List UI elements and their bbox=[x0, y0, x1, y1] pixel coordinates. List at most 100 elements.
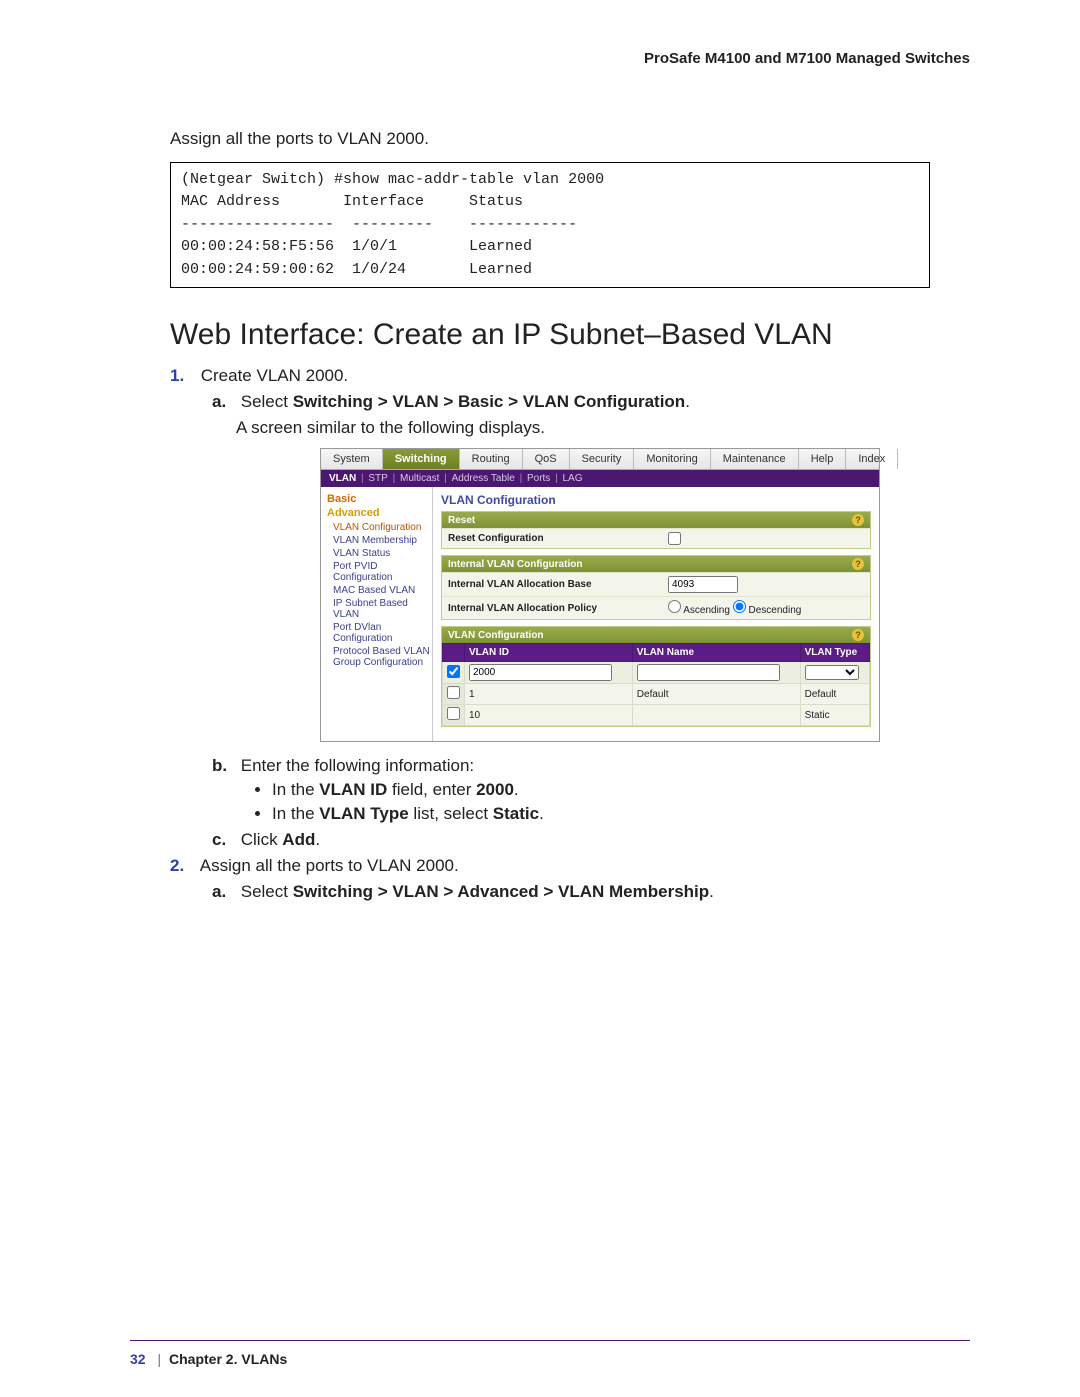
side-link-vlan-status[interactable]: VLAN Status bbox=[327, 547, 432, 560]
row-checkbox[interactable] bbox=[447, 686, 460, 699]
section-heading: Web Interface: Create an IP Subnet–Based… bbox=[170, 318, 970, 352]
step-1a-post: . bbox=[685, 392, 690, 411]
table-row: 10 Static bbox=[443, 705, 870, 726]
step-1a-pre: Select bbox=[241, 392, 293, 411]
bullet1-pre: In the bbox=[272, 780, 319, 799]
subnav-address-table[interactable]: Address Table bbox=[452, 473, 515, 484]
bullet2-suf: Static bbox=[493, 804, 539, 823]
reset-config-label: Reset Configuration bbox=[448, 533, 668, 544]
policy-ascending-label: Ascending bbox=[683, 605, 730, 616]
step-1: 1. Create VLAN 2000. a. Select Switching… bbox=[170, 366, 970, 850]
cell-vlan-id: 10 bbox=[465, 705, 633, 726]
bullet-vlan-id: In the VLAN ID field, enter 2000. bbox=[272, 780, 970, 800]
policy-ascending-radio[interactable] bbox=[668, 600, 681, 613]
side-group-advanced[interactable]: Advanced bbox=[327, 507, 432, 519]
step-1b-text: Enter the following information: bbox=[241, 756, 474, 775]
side-link-protocol-vlan-group[interactable]: Protocol Based VLAN Group Configuration bbox=[327, 645, 432, 669]
reset-config-checkbox[interactable] bbox=[668, 532, 681, 545]
subnav-multicast[interactable]: Multicast bbox=[400, 473, 439, 484]
side-link-port-pvid[interactable]: Port PVID Configuration bbox=[327, 560, 432, 584]
step-1a-marker: a. bbox=[212, 392, 236, 412]
cell-vlan-type: Static bbox=[800, 705, 869, 726]
bullet1-mid: field, enter bbox=[387, 780, 476, 799]
help-icon[interactable]: ? bbox=[852, 629, 864, 641]
vlan-config-screenshot: System Switching Routing QoS Security Mo… bbox=[320, 448, 880, 742]
step-1a-note: A screen similar to the following displa… bbox=[236, 418, 970, 438]
sub-nav: VLAN | STP | Multicast | Address Table |… bbox=[321, 470, 879, 487]
step-2-text: Assign all the ports to VLAN 2000. bbox=[200, 856, 459, 875]
bullet1-bold: VLAN ID bbox=[319, 780, 387, 799]
main-title: VLAN Configuration bbox=[441, 493, 871, 507]
step2a-bold: Switching > VLAN > Advanced > VLAN Membe… bbox=[293, 882, 709, 901]
step-1c: c. Click Add. bbox=[212, 830, 970, 850]
step-1a: a. Select Switching > VLAN > Basic > VLA… bbox=[212, 392, 970, 742]
policy-descending-radio[interactable] bbox=[733, 600, 746, 613]
table-row: 1 Default Default bbox=[443, 684, 870, 705]
table-input-row bbox=[443, 662, 870, 684]
subnav-vlan[interactable]: VLAN bbox=[329, 473, 356, 484]
panel-reset: Reset ? Reset Configuration bbox=[441, 511, 871, 549]
top-tabs: System Switching Routing QoS Security Mo… bbox=[321, 449, 879, 470]
tab-qos[interactable]: QoS bbox=[523, 449, 570, 469]
footer-chapter: Chapter 2. VLANs bbox=[169, 1351, 287, 1367]
panel-vlan-title: VLAN Configuration bbox=[448, 630, 544, 641]
int-alloc-base-input[interactable] bbox=[668, 576, 738, 593]
col-vlan-type: VLAN Type bbox=[800, 644, 869, 662]
bullet2-post: . bbox=[539, 804, 544, 823]
cli-output-box: (Netgear Switch) #show mac-addr-table vl… bbox=[170, 162, 930, 289]
tab-switching[interactable]: Switching bbox=[383, 449, 460, 469]
subnav-stp[interactable]: STP bbox=[368, 473, 387, 484]
panel-internal-vlan: Internal VLAN Configuration ? Internal V… bbox=[441, 555, 871, 620]
help-icon[interactable]: ? bbox=[852, 514, 864, 526]
side-link-ip-subnet-vlan[interactable]: IP Subnet Based VLAN bbox=[327, 597, 432, 621]
subnav-lag[interactable]: LAG bbox=[562, 473, 582, 484]
int-alloc-policy-label: Internal VLAN Allocation Policy bbox=[448, 603, 668, 614]
help-icon[interactable]: ? bbox=[852, 558, 864, 570]
side-link-mac-based-vlan[interactable]: MAC Based VLAN bbox=[327, 584, 432, 597]
row-checkbox[interactable] bbox=[447, 707, 460, 720]
side-link-vlan-config[interactable]: VLAN Configuration bbox=[327, 521, 432, 534]
side-nav: Basic Advanced VLAN Configuration VLAN M… bbox=[321, 487, 433, 741]
step-1-text: Create VLAN 2000. bbox=[201, 366, 348, 385]
step-2-number: 2. bbox=[170, 856, 196, 876]
panel-vlan-config: VLAN Configuration ? VLAN ID VLAN Name bbox=[441, 626, 871, 727]
panel-internal-title: Internal VLAN Configuration bbox=[448, 559, 582, 570]
tab-maintenance[interactable]: Maintenance bbox=[711, 449, 799, 469]
step1c-pre: Click bbox=[241, 830, 283, 849]
vlan-name-input[interactable] bbox=[637, 664, 780, 681]
doc-header: ProSafe M4100 and M7100 Managed Switches bbox=[130, 50, 970, 67]
tab-index[interactable]: Index bbox=[846, 449, 898, 469]
bullet2-mid: list, select bbox=[409, 804, 493, 823]
bullet1-post: . bbox=[514, 780, 519, 799]
tab-system[interactable]: System bbox=[321, 449, 383, 469]
col-vlan-name: VLAN Name bbox=[632, 644, 800, 662]
vlan-id-input[interactable] bbox=[469, 664, 612, 681]
side-link-vlan-membership[interactable]: VLAN Membership bbox=[327, 534, 432, 547]
step-1-number: 1. bbox=[170, 366, 196, 386]
footer-rule bbox=[130, 1340, 970, 1341]
step1c-bold: Add bbox=[282, 830, 315, 849]
bullet-vlan-type: In the VLAN Type list, select Static. bbox=[272, 804, 970, 824]
cell-vlan-type: Default bbox=[800, 684, 869, 705]
int-alloc-base-label: Internal VLAN Allocation Base bbox=[448, 579, 668, 590]
page-number: 32 bbox=[130, 1351, 146, 1367]
col-vlan-id: VLAN ID bbox=[465, 644, 633, 662]
tab-help[interactable]: Help bbox=[799, 449, 847, 469]
step-2a-marker: a. bbox=[212, 882, 236, 902]
subnav-ports[interactable]: Ports bbox=[527, 473, 550, 484]
policy-descending-label: Descending bbox=[749, 605, 802, 616]
step-2a: a. Select Switching > VLAN > Advanced > … bbox=[212, 882, 970, 902]
step-1a-bold: Switching > VLAN > Basic > VLAN Configur… bbox=[293, 392, 685, 411]
bullet2-bold: VLAN Type bbox=[319, 804, 408, 823]
tab-monitoring[interactable]: Monitoring bbox=[634, 449, 710, 469]
vlan-table: VLAN ID VLAN Name VLAN Type bbox=[442, 643, 870, 726]
side-link-port-dvlan[interactable]: Port DVlan Configuration bbox=[327, 621, 432, 645]
step-1b: b. Enter the following information: In t… bbox=[212, 756, 970, 824]
vlan-type-select[interactable] bbox=[805, 665, 859, 680]
side-group-basic[interactable]: Basic bbox=[327, 493, 432, 505]
cell-vlan-name bbox=[632, 705, 800, 726]
tab-security[interactable]: Security bbox=[570, 449, 635, 469]
bullet1-suf: 2000 bbox=[476, 780, 514, 799]
row-select-all-checkbox[interactable] bbox=[447, 665, 460, 678]
tab-routing[interactable]: Routing bbox=[460, 449, 523, 469]
